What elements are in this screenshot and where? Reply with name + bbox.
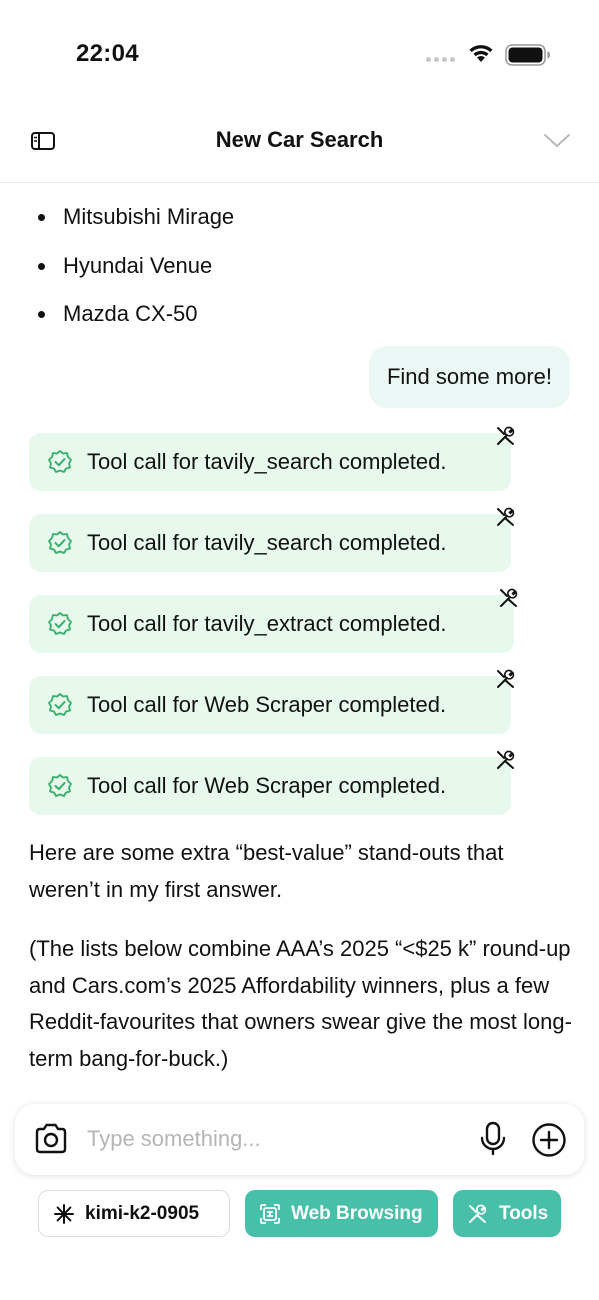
tool-call-label: Tool call for Web Scraper completed. [87,692,447,717]
message-input[interactable]: Type something... [87,1126,261,1152]
microphone-icon[interactable] [478,1121,508,1157]
tool-call-card[interactable]: Tool call for tavily_search completed. [29,507,515,572]
verified-check-icon [48,531,72,554]
chevron-down-icon[interactable] [543,130,571,150]
tool-call-card[interactable]: Tool call for Web Scraper completed. [29,669,515,734]
tools-icon [497,750,515,769]
chat-header: New Car Search [0,100,599,183]
camera-icon[interactable] [33,1122,69,1156]
tools-icon [500,588,518,607]
verified-check-icon [48,612,72,635]
add-attachment-icon[interactable] [531,1122,567,1158]
model-selector-button[interactable]: kimi-k2-0905 [38,1190,230,1237]
tool-call-label: Tool call for tavily_extract completed. [87,611,447,636]
web-browsing-toggle[interactable]: Web Browsing [245,1190,438,1237]
tools-icon [469,1204,487,1223]
model-name: kimi-k2-0905 [85,1202,200,1224]
tools-icon [497,669,515,688]
verified-check-icon [48,450,72,473]
tools-icon [497,426,515,445]
wifi-icon [469,45,493,62]
list-item: Hyundai Venue [38,242,234,291]
message-input-bar: Type something... [15,1104,584,1175]
verified-check-icon [48,693,72,716]
tools-label: Tools [499,1202,549,1224]
tool-call-label: Tool call for tavily_search completed. [87,530,447,555]
status-time: 22:04 [76,40,139,67]
tool-call-card[interactable]: Tool call for tavily_extract completed. [29,588,518,653]
page-title: New Car Search [215,127,384,152]
assistant-paragraph: Here are some extra “best-value” stand-o… [29,840,504,902]
web-browsing-icon [260,1203,280,1224]
car-bullet-list: Mitsubishi Mirage Hyundai Venue Mazda CX… [38,193,234,339]
chat-transcript[interactable]: Mitsubishi Mirage Hyundai Venue Mazda CX… [0,183,599,1085]
status-bar: 22:04 [0,0,599,100]
tool-call-label: Tool call for tavily_search completed. [87,449,447,474]
assistant-paragraph: (The lists below combine AAA’s 2025 “<$2… [29,936,572,1071]
tools-toggle[interactable]: Tools [453,1190,561,1237]
user-message-bubble: Find some more! [368,346,570,408]
sparkle-asterisk-icon [54,1203,74,1224]
list-item: Mitsubishi Mirage [38,193,234,242]
tools-icon [497,507,515,526]
tool-call-label: Tool call for Web Scraper completed. [87,773,447,798]
tool-call-card[interactable]: Tool call for tavily_search completed. [29,426,515,491]
list-item: Mazda CX-50 [38,290,234,339]
battery-icon [505,44,550,66]
verified-check-icon [48,774,72,797]
cellular-signal-icon [426,57,455,62]
web-browsing-label: Web Browsing [291,1202,423,1224]
tool-call-card[interactable]: Tool call for Web Scraper completed. [29,750,515,815]
